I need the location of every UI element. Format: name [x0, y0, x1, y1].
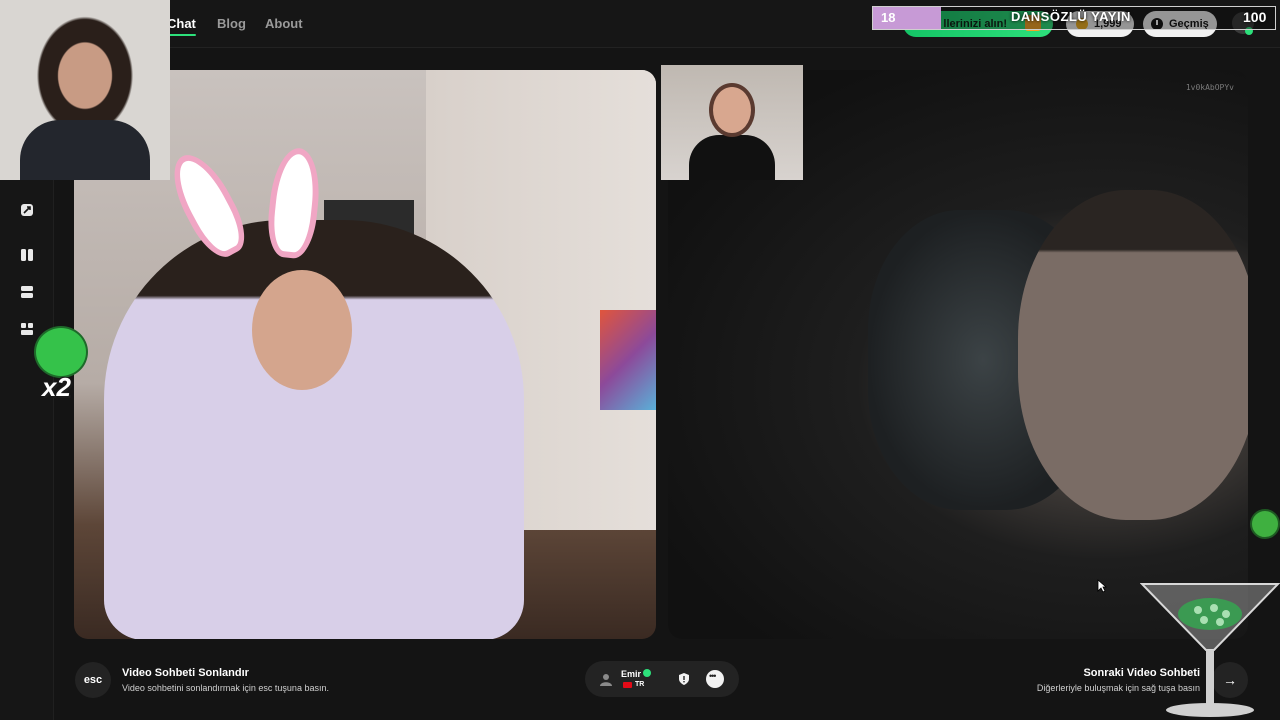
end-chat-subtitle: Video sohbetini sonlandırmak için esc tu… — [122, 683, 329, 693]
remote-face — [1018, 190, 1248, 520]
mouse-cursor-icon — [1097, 579, 1107, 593]
nav-link-about[interactable]: About — [265, 16, 303, 31]
streamer-webcam — [0, 0, 170, 180]
pip-thumbnail — [661, 65, 803, 180]
leaf-sticker — [1250, 509, 1280, 539]
bunny-ear-left — [160, 145, 256, 265]
background-art — [600, 310, 656, 410]
peer-info-pill: Emir TR — [585, 661, 739, 697]
chat-bubble-icon[interactable] — [706, 670, 724, 688]
app-root: Chat Blog About llerinizi alın! 1,999 Ge… — [0, 0, 1280, 720]
layout-grid-icon[interactable] — [18, 320, 36, 338]
pip-face — [709, 83, 755, 137]
nav-link-chat[interactable]: Chat — [167, 16, 196, 31]
flag-icon — [623, 682, 632, 688]
nav-active-indicator — [166, 34, 196, 36]
local-face — [252, 270, 352, 390]
emoji-sticker — [34, 326, 88, 378]
peer-country: TR — [635, 681, 645, 688]
verified-icon — [643, 669, 651, 677]
layout-columns-icon[interactable] — [18, 246, 36, 264]
user-icon — [600, 674, 612, 686]
multiplier-label: x2 — [42, 372, 71, 402]
shuffle-icon[interactable] — [18, 201, 36, 219]
end-chat-button[interactable]: esc — [75, 662, 111, 698]
stream-goal-progress: 18 — [881, 10, 896, 25]
stream-goal-title: DANSÖZLÜ YAYIN — [1011, 9, 1131, 24]
esc-label: esc — [83, 674, 103, 686]
shield-icon[interactable] — [677, 672, 691, 686]
end-chat-title: Video Sohbeti Sonlandır — [122, 667, 249, 679]
peer-name: Emir — [621, 669, 642, 679]
martini-overlay — [1140, 583, 1280, 717]
pip-body — [689, 135, 775, 180]
layout-rows-icon[interactable] — [18, 283, 36, 301]
stream-goal-target: 100 — [1243, 9, 1267, 25]
peer-id: 1v0kAbOPYv — [1185, 83, 1234, 92]
nav-link-blog[interactable]: Blog — [217, 16, 246, 31]
webcam-person — [20, 120, 150, 180]
